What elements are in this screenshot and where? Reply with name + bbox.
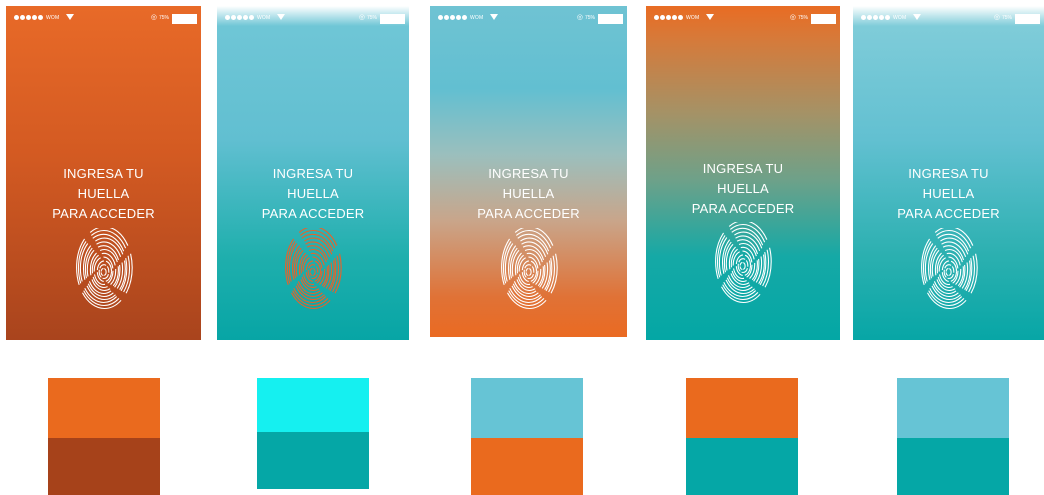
battery-icon	[598, 14, 623, 24]
swatch-bottom	[897, 438, 1009, 495]
prompt-line-3: PARA ACCEDER	[691, 201, 795, 216]
prompt-line-3: PARA ACCEDER	[897, 206, 1000, 221]
status-bar: WOM ◎ 75%	[6, 12, 201, 26]
battery-icon	[380, 14, 405, 24]
alarm-icon: ◎	[993, 14, 1000, 21]
carrier-label: WOM	[686, 15, 700, 21]
wifi-icon	[277, 14, 285, 20]
signal-strength-icon	[14, 15, 43, 20]
alarm-icon: ◎	[358, 14, 365, 21]
signal-strength-icon	[225, 15, 254, 20]
color-swatch-3	[471, 378, 583, 495]
carrier-label: WOM	[470, 15, 484, 21]
prompt-line-2: HUELLA	[287, 186, 339, 201]
carrier-label: WOM	[893, 15, 907, 21]
prompt-line-2: HUELLA	[77, 186, 130, 201]
alarm-icon: ◎	[150, 14, 157, 21]
phone-screen-5: WOM ◎ 75% INGRESA TU HUELLA PARA ACCEDER	[853, 6, 1044, 340]
battery-icon	[811, 14, 836, 24]
phone-screen-2: WOM ◎ 75% INGRESA TU HUELLA PARA ACCEDER	[217, 6, 409, 340]
prompt-line-3: PARA ACCEDER	[261, 206, 365, 221]
carrier-label: WOM	[257, 15, 271, 21]
wifi-icon	[66, 14, 74, 20]
prompt-line-1: INGRESA TU	[702, 161, 784, 176]
prompt-line-1: INGRESA TU	[63, 166, 144, 181]
fingerprint-icon[interactable]	[920, 228, 978, 312]
battery-percent: 75%	[366, 15, 377, 21]
swatch-bottom	[257, 432, 369, 489]
prompt-line-2: HUELLA	[717, 181, 769, 196]
prompt-line-1: INGRESA TU	[272, 166, 354, 181]
fingerprint-prompt: INGRESA TU HUELLA PARA ACCEDER	[430, 164, 627, 224]
swatch-bottom	[471, 438, 583, 495]
status-bar: WOM ◎ 75%	[430, 12, 627, 26]
swatch-bottom	[686, 438, 798, 495]
prompt-line-1: INGRESA TU	[908, 166, 989, 181]
alarm-icon: ◎	[576, 14, 583, 21]
battery-percent: 75%	[158, 15, 169, 21]
prompt-line-3: PARA ACCEDER	[477, 206, 580, 221]
prompt-line-1: INGRESA TU	[488, 166, 569, 181]
fingerprint-prompt: INGRESA TU HUELLA PARA ACCEDER	[646, 159, 840, 219]
swatch-top	[686, 378, 798, 438]
battery-percent: 75%	[797, 15, 808, 21]
carrier-label: WOM	[46, 15, 60, 21]
swatch-top	[257, 378, 369, 432]
signal-strength-icon	[438, 15, 467, 20]
battery-icon	[172, 14, 197, 24]
battery-icon	[1015, 14, 1040, 24]
alarm-icon: ◎	[789, 14, 796, 21]
fingerprint-icon[interactable]	[500, 228, 558, 312]
battery-percent: 75%	[584, 15, 595, 21]
wifi-icon	[706, 14, 714, 20]
color-swatch-2	[257, 378, 369, 489]
fingerprint-icon[interactable]	[75, 228, 133, 312]
wifi-icon	[490, 14, 498, 20]
swatch-top	[471, 378, 583, 438]
fingerprint-prompt: INGRESA TU HUELLA PARA ACCEDER	[6, 164, 201, 224]
fingerprint-prompt: INGRESA TU HUELLA PARA ACCEDER	[853, 164, 1044, 224]
status-bar: WOM ◎ 75%	[646, 12, 840, 26]
prompt-line-2: HUELLA	[922, 186, 975, 201]
color-swatch-1	[48, 378, 160, 495]
signal-strength-icon	[861, 15, 890, 20]
swatch-top	[897, 378, 1009, 438]
color-swatch-4	[686, 378, 798, 495]
status-bar: WOM ◎ 75%	[217, 12, 409, 26]
phone-screen-1: WOM ◎ 75% INGRESA TU HUELLA PARA ACCEDER	[6, 6, 201, 340]
color-swatch-5	[897, 378, 1009, 495]
phone-screen-3: WOM ◎ 75% INGRESA TU HUELLA PARA ACCEDER	[430, 6, 627, 337]
signal-strength-icon	[654, 15, 683, 20]
wifi-icon	[913, 14, 921, 20]
fingerprint-icon[interactable]	[284, 228, 342, 312]
swatch-top	[48, 378, 160, 438]
fingerprint-prompt: INGRESA TU HUELLA PARA ACCEDER	[217, 164, 409, 224]
prompt-line-2: HUELLA	[502, 186, 555, 201]
fingerprint-icon[interactable]	[714, 222, 772, 306]
phone-screen-4: WOM ◎ 75% INGRESA TU HUELLA PARA ACCEDER	[646, 6, 840, 340]
prompt-line-3: PARA ACCEDER	[52, 206, 155, 221]
swatch-bottom	[48, 438, 160, 495]
status-bar: WOM ◎ 75%	[853, 12, 1044, 26]
battery-percent: 75%	[1001, 15, 1012, 21]
